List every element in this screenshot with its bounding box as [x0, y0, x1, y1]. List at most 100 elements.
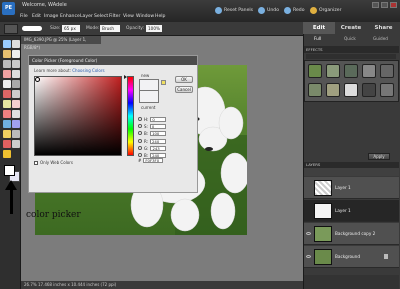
zoom-tool-icon[interactable] [12, 40, 20, 48]
effect-thumb-4[interactable] [362, 64, 376, 78]
marquee-tool-icon[interactable] [3, 60, 11, 68]
opacity-field[interactable]: 100% [146, 25, 162, 32]
hex-row[interactable]: # F0F3F0 [138, 157, 164, 163]
redo-button[interactable]: Redo [284, 4, 305, 16]
menu-file[interactable]: File [20, 14, 28, 19]
shape-tool-icon[interactable] [3, 130, 11, 138]
menu-image[interactable]: Image [44, 14, 58, 19]
eye-icon[interactable] [306, 255, 311, 258]
magic-wand-tool-icon[interactable] [3, 70, 11, 78]
saturation-radio[interactable] [138, 124, 142, 128]
tool-preset-icon[interactable] [4, 24, 18, 34]
color-field[interactable] [34, 76, 122, 156]
out-of-gamut-warning-icon[interactable] [161, 80, 166, 85]
size-field[interactable]: 65 px [62, 25, 80, 32]
hue-slider[interactable] [127, 76, 134, 156]
eye-icon[interactable] [306, 232, 311, 235]
maximize-button[interactable] [381, 2, 388, 8]
mode-select[interactable]: Brush [100, 25, 120, 32]
menu-view[interactable]: View [123, 14, 134, 19]
eyedropper-tool-icon[interactable] [12, 50, 20, 58]
smudge-tool-icon[interactable] [12, 140, 20, 148]
brush-preview[interactable] [22, 26, 42, 31]
healing-brush-tool-icon[interactable] [12, 90, 20, 98]
type-tool-icon[interactable] [3, 80, 11, 88]
gradient-tool-icon[interactable] [12, 120, 20, 128]
effect-thumb-8[interactable] [344, 83, 358, 97]
document-tab[interactable]: IMG_6390.JPG @ 25% (Layer 1, RGB/8*) [21, 36, 101, 50]
organizer-button[interactable]: Organizer [310, 4, 341, 16]
close-button[interactable] [390, 2, 397, 8]
effect-thumb-7[interactable] [326, 83, 340, 97]
current-color-swatch[interactable] [139, 91, 159, 103]
eraser-tool-icon[interactable] [12, 100, 20, 108]
blur-tool-icon[interactable] [12, 130, 20, 138]
move-tool-icon[interactable] [3, 40, 11, 48]
hue-radio[interactable] [138, 117, 142, 121]
clone-stamp-tool-icon[interactable] [3, 100, 11, 108]
menu-filter[interactable]: Filter [109, 14, 120, 19]
layer-row-selected[interactable]: Layer 1 [304, 200, 399, 222]
lock-icon [384, 254, 388, 259]
minimize-button[interactable] [372, 2, 379, 8]
menu-edit[interactable]: Edit [32, 14, 41, 19]
effect-thumb-6[interactable] [308, 83, 322, 97]
effect-thumb-1[interactable] [308, 64, 322, 78]
apply-button[interactable]: Apply [368, 153, 390, 160]
menu-select[interactable]: Select [94, 14, 108, 19]
red-radio[interactable] [138, 139, 142, 143]
color-field-marker[interactable] [35, 77, 40, 82]
green-field[interactable]: 243 [150, 145, 167, 151]
hand-tool-icon[interactable] [3, 50, 11, 58]
hex-field[interactable]: F0F3F0 [143, 157, 164, 163]
tab-edit[interactable]: Edit [303, 22, 335, 34]
pencil-tool-icon[interactable] [12, 110, 20, 118]
paint-bucket-tool-icon[interactable] [3, 120, 11, 128]
effect-thumb-3[interactable] [344, 64, 358, 78]
hue-slider-arrow-icon[interactable] [124, 75, 127, 79]
menu-enhance[interactable]: Enhance [60, 14, 80, 19]
ok-button[interactable]: OK [175, 76, 193, 83]
effect-thumb-5[interactable] [380, 64, 394, 78]
quick-selection-tool-icon[interactable] [12, 70, 20, 78]
annotation-arrow-shaft [10, 188, 13, 214]
red-eye-tool-icon[interactable] [3, 90, 11, 98]
subtab-guided[interactable]: Guided [373, 36, 388, 41]
green-row[interactable]: G: 243 [138, 145, 167, 151]
green-radio[interactable] [138, 146, 142, 150]
only-web-colors[interactable]: Only Web Colors [34, 160, 73, 165]
only-web-colors-checkbox[interactable] [34, 160, 38, 165]
subtab-full[interactable]: Full [314, 36, 321, 41]
menu-layer[interactable]: Layer [80, 14, 93, 19]
effect-thumb-10[interactable] [380, 83, 394, 97]
cancel-button[interactable]: Cancel [175, 86, 193, 93]
foreground-color-swatch[interactable] [4, 165, 15, 176]
sponge-tool-icon[interactable] [3, 140, 11, 148]
brightness-row[interactable]: B: 100 [138, 130, 167, 136]
saturation-field[interactable]: 0 [149, 123, 166, 129]
red-row[interactable]: R: 240 [138, 138, 167, 144]
undo-button[interactable]: Undo [258, 4, 279, 16]
tab-share[interactable]: Share [367, 22, 400, 34]
lasso-tool-icon[interactable] [12, 60, 20, 68]
menu-help[interactable]: Help [155, 14, 165, 19]
layer-row[interactable]: Background [304, 246, 399, 268]
brightness-field[interactable]: 100 [150, 130, 167, 136]
effect-thumb-2[interactable] [326, 64, 340, 78]
reset-panels-button[interactable]: Reset Panels [215, 4, 253, 16]
effect-thumb-9[interactable] [362, 83, 376, 97]
menu-window[interactable]: Window [136, 14, 154, 19]
red-field[interactable]: 240 [150, 138, 167, 144]
brightness-radio[interactable] [138, 131, 142, 135]
saturation-row[interactable]: S: 0 [138, 123, 166, 129]
hue-field[interactable]: 0 [150, 116, 167, 122]
choosing-colors-link[interactable]: Choosing Colors [72, 68, 104, 73]
hue-row[interactable]: H: 0 [138, 116, 167, 122]
cookie-cutter-tool-icon[interactable] [3, 150, 11, 158]
layer-row[interactable]: Layer 1 [304, 177, 399, 199]
layer-row[interactable]: Background copy 2 [304, 223, 399, 245]
crop-tool-icon[interactable] [12, 80, 20, 88]
tab-create[interactable]: Create [335, 22, 367, 34]
subtab-quick[interactable]: Quick [344, 36, 356, 41]
brush-tool-icon[interactable] [3, 110, 11, 118]
